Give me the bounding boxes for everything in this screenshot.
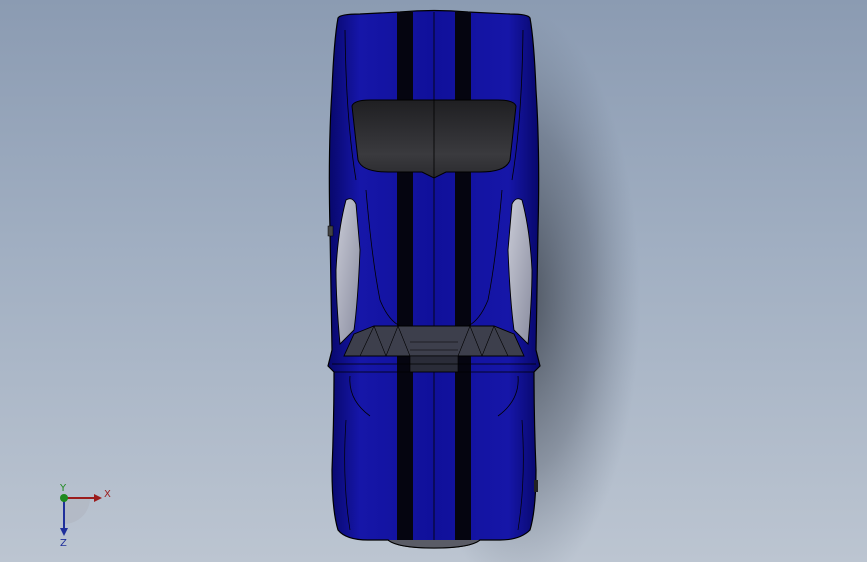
- rear-window: [343, 325, 525, 357]
- y-axis-origin: [60, 494, 68, 502]
- car-model[interactable]: [327, 9, 541, 549]
- x-axis-arrow: [94, 494, 102, 502]
- mirror-left: [327, 225, 334, 237]
- z-axis-arrow: [60, 528, 68, 536]
- y-axis-label: Y: [59, 483, 67, 494]
- stripe-right: [455, 12, 471, 540]
- graphics-viewport[interactable]: X Y Z: [0, 0, 867, 562]
- z-axis-label: Z: [60, 538, 67, 549]
- stripe-left: [397, 12, 413, 540]
- wheel-rear-right: [534, 480, 538, 492]
- model-scene[interactable]: [0, 0, 867, 562]
- x-axis-label: X: [104, 489, 111, 500]
- triad-shadow: [64, 498, 90, 524]
- coordinate-triad: X Y Z: [59, 483, 111, 549]
